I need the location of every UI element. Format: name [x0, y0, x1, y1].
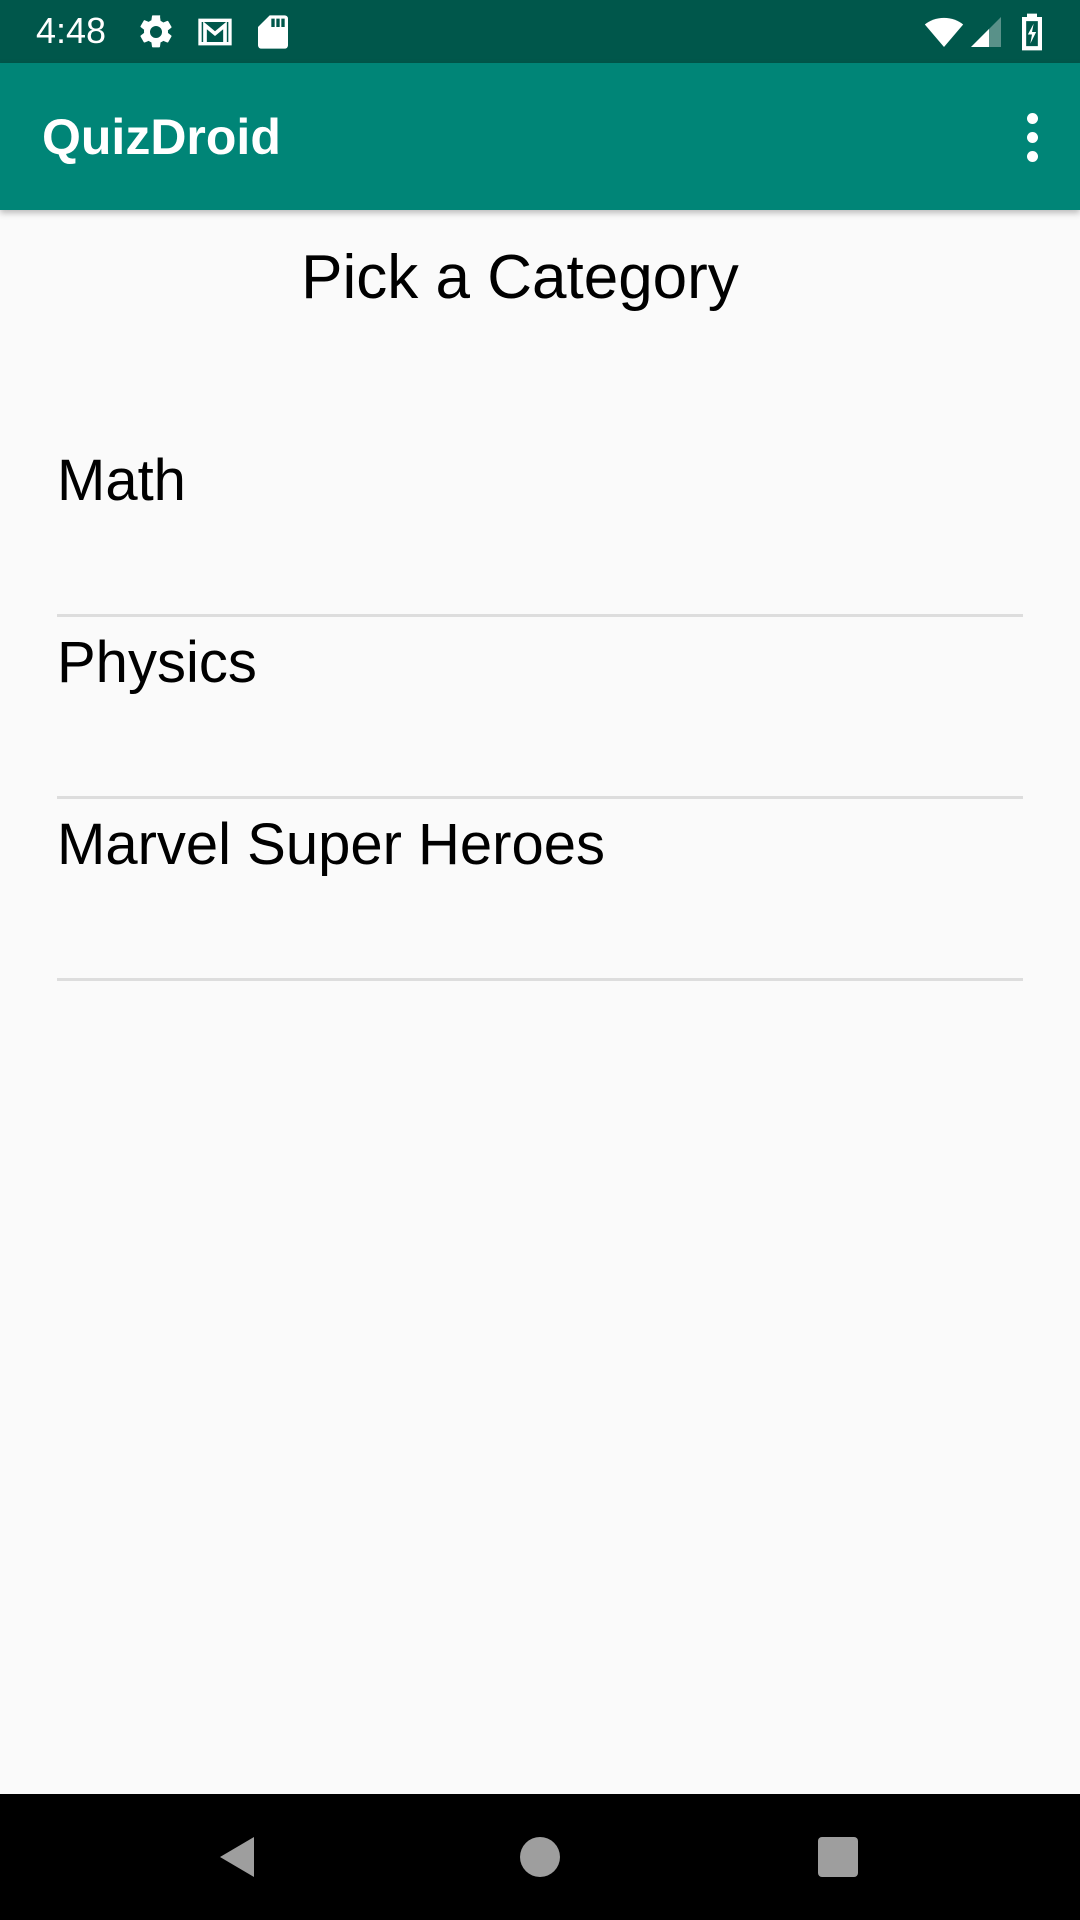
more-vert-icon[interactable] [1002, 99, 1062, 175]
battery-charging-icon [1018, 12, 1046, 52]
category-label: Math [57, 448, 186, 513]
app-bar: QuizDroid [0, 63, 1080, 210]
page-title: Pick a Category [301, 243, 739, 312]
back-icon[interactable] [214, 1833, 262, 1881]
sd-card-icon [256, 12, 290, 52]
app-screen: 4:48 QuizDroid Pick a Category Math Phys… [0, 0, 1080, 1920]
settings-icon [136, 12, 176, 52]
status-time: 4:48 [36, 10, 107, 51]
main-content: Pick a Category Math Physics Marvel Supe… [0, 210, 1080, 1794]
category-list: Math Physics Marvel Super Heroes [57, 435, 1023, 981]
category-label: Marvel Super Heroes [57, 812, 605, 877]
category-item-physics[interactable]: Physics [57, 617, 1023, 799]
category-label: Physics [57, 630, 257, 695]
category-item-marvel-super-heroes[interactable]: Marvel Super Heroes [57, 799, 1023, 981]
category-item-math[interactable]: Math [57, 435, 1023, 617]
recents-icon[interactable] [814, 1833, 862, 1881]
navigation-bar [0, 1794, 1080, 1920]
home-icon[interactable] [516, 1833, 564, 1881]
status-bar: 4:48 [0, 0, 1080, 63]
gmail-icon [194, 12, 236, 52]
app-title: QuizDroid [42, 109, 281, 165]
cell-signal-icon [968, 12, 1004, 52]
wifi-icon [922, 12, 966, 52]
